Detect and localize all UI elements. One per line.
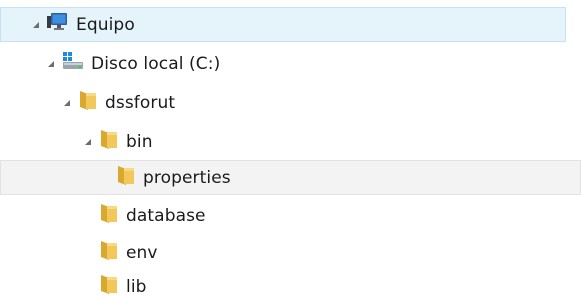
tree-item-equipo[interactable]: Equipo [0,7,566,42]
tree-item-label: env [126,242,158,263]
folder-icon [99,128,119,155]
tree-item-label: Equipo [76,14,135,35]
folder-icon [99,202,119,229]
tree-item-label: Disco local (C:) [91,53,221,74]
tree-item-disco-local[interactable]: Disco local (C:) [0,46,566,81]
folder-icon [99,273,119,300]
tree-item-database[interactable]: database [0,198,566,233]
tree-item-label: dssforut [105,92,176,113]
tree-item-dssforut[interactable]: dssforut [0,85,566,120]
expanded-chevron-icon[interactable] [46,59,56,69]
computer-icon [47,12,69,37]
folder-icon [78,89,98,116]
folder-icon [116,164,136,191]
tree-item-label: database [126,205,206,226]
tree-item-label: bin [126,131,153,152]
expanded-chevron-icon[interactable] [62,98,72,108]
navigation-tree: Equipo Disco local (C:) dssforut bin pro… [0,0,581,301]
tree-item-label: lib [126,276,147,297]
folder-icon [99,239,119,266]
tree-item-lib[interactable]: lib [0,269,566,301]
expanded-chevron-icon[interactable] [31,20,41,30]
local-disk-icon [62,51,84,76]
tree-item-properties[interactable]: properties [0,160,581,195]
expanded-chevron-icon[interactable] [83,137,93,147]
tree-item-env[interactable]: env [0,235,566,270]
tree-item-bin[interactable]: bin [0,124,566,159]
tree-item-label: properties [143,167,231,188]
